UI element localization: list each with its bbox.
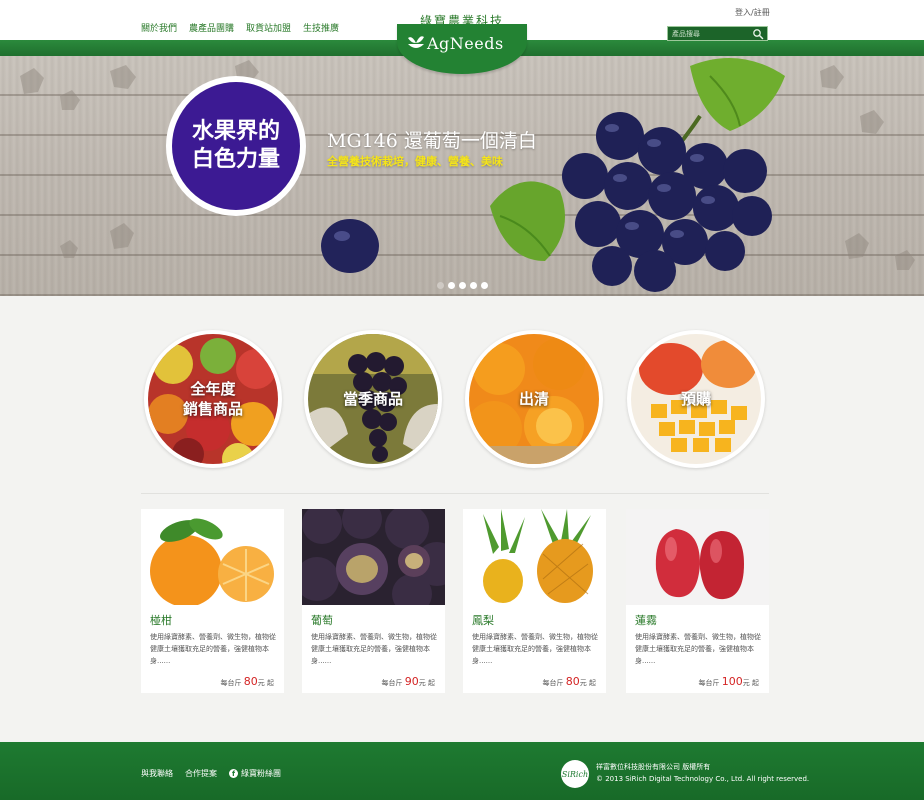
- nav-item-biotech[interactable]: 生技推廣: [303, 21, 339, 34]
- nav-item-about[interactable]: 關於我們: [141, 21, 177, 34]
- price-suffix: 元 起: [418, 679, 435, 687]
- search-icon[interactable]: [752, 28, 764, 40]
- grape-illustration: [20, 58, 915, 292]
- price-prefix: 每台斤: [542, 679, 564, 687]
- category-clearance-label: 出清: [518, 390, 549, 408]
- product-price: 每台斤 80元 起: [221, 675, 274, 688]
- product-card-grape[interactable]: 葡萄 使用綠寶酵素、營養劑、微生物，植物從健康土壤獲取充足的營養，強健植物本身.…: [302, 509, 445, 693]
- promo-badge: 水果界的 白色力量: [166, 76, 306, 216]
- price-suffix: 元 起: [579, 679, 596, 687]
- category-seasonal-label: 當季商品: [342, 390, 403, 408]
- price-suffix: 元 起: [742, 679, 759, 687]
- product-card-wax-apple[interactable]: 蓮霧 使用綠寶酵素、營養劑、微生物，植物從健康土壤獲取充足的營養，強健植物本身.…: [626, 509, 769, 693]
- category-all-year[interactable]: 全年度 銷售商品: [144, 330, 282, 468]
- product-name: 椪柑: [150, 614, 172, 627]
- footer-link-cooperation[interactable]: 合作提案: [185, 768, 217, 779]
- price-prefix: 每台斤: [698, 679, 720, 687]
- product-name: 蓮霧: [635, 614, 657, 627]
- footer-company: 祥富數位科技股份有限公司 版權所有: [596, 763, 711, 771]
- price-value: 80: [565, 675, 580, 688]
- badge-line-2: 白色力量: [191, 147, 280, 172]
- category-preorder[interactable]: 預購: [627, 330, 765, 468]
- nav-item-group-buy[interactable]: 農產品團購: [189, 21, 234, 34]
- product-photo-wax-apple: [626, 509, 769, 605]
- search-input[interactable]: [668, 29, 748, 38]
- sirich-logo: SiRich: [561, 760, 589, 788]
- carousel-dot-2[interactable]: [448, 282, 455, 289]
- logo-wordmark: AgNeeds: [427, 34, 504, 53]
- product-photo-ponkan: [141, 509, 284, 605]
- category-clearance[interactable]: 出清: [465, 330, 603, 468]
- category-preorder-photo: 預購: [631, 334, 761, 464]
- footer-links: 與我聯絡 合作提案 f 綠寶粉絲團: [141, 768, 281, 779]
- product-card-ponkan[interactable]: 椪柑 使用綠寶酵素、營養劑、微生物，植物從健康土壤獲取充足的營養，強健植物本身.…: [141, 509, 284, 693]
- banner-title: MG146 還葡萄一個清白: [327, 130, 537, 152]
- footer-link-fanpage[interactable]: f 綠寶粉絲團: [229, 768, 281, 779]
- carousel-dot-5[interactable]: [481, 282, 488, 289]
- banner-subtitle: 全營養技術栽培，健康、營養、美味: [327, 155, 503, 168]
- product-price: 每台斤 100元 起: [699, 675, 759, 688]
- footer-link-contact-label: 與我聯絡: [141, 769, 173, 778]
- site-footer: 與我聯絡 合作提案 f 綠寶粉絲團 SiRich 祥富數位科技股份有限公司 版權…: [0, 742, 924, 800]
- facebook-icon: f: [229, 769, 238, 778]
- product-description: 使用綠寶酵素、營養劑、微生物，植物從健康土壤獲取充足的營養，強健植物本身....…: [150, 633, 276, 665]
- nav-item-pickup-franchise[interactable]: 取貨站加盟: [246, 21, 291, 34]
- product-description: 使用綠寶酵素、營養劑、微生物，植物從健康土壤獲取充足的營養，強健植物本身....…: [311, 633, 437, 665]
- leaf-bowl-icon: [408, 36, 424, 48]
- carousel-dot-1[interactable]: [437, 282, 444, 289]
- product-name: 鳳梨: [472, 614, 494, 627]
- login-register-link[interactable]: 登入/註冊: [735, 7, 770, 18]
- footer-copyright: © 2013 SiRich Digital Technology Co., Lt…: [596, 775, 810, 783]
- pineapple-image: [463, 509, 606, 605]
- search-box: [667, 26, 768, 41]
- category-all-year-photo: 全年度 銷售商品: [148, 334, 278, 464]
- product-card-pineapple[interactable]: 鳳梨 使用綠寶酵素、營養劑、微生物，植物從健康土壤獲取充足的營養，強健植物本身.…: [463, 509, 606, 693]
- promo-badge-inner: 水果界的 白色力量: [172, 82, 300, 210]
- wax-apple-image: [626, 509, 769, 605]
- product-photo-grape: [302, 509, 445, 605]
- category-all-year-line1: 全年度: [190, 380, 236, 398]
- price-value: 100: [721, 675, 743, 688]
- product-name: 葡萄: [311, 614, 333, 627]
- category-all-year-line2: 銷售商品: [182, 400, 243, 418]
- badge-line-1: 水果界的: [191, 119, 280, 144]
- carousel-dot-4[interactable]: [470, 282, 477, 289]
- main-nav: 關於我們 農產品團購 取貨站加盟 生技推廣: [141, 21, 339, 34]
- carousel-dots: [437, 282, 488, 289]
- product-price: 每台斤 90元 起: [382, 675, 435, 688]
- product-photo-pineapple: [463, 509, 606, 605]
- footer-link-contact[interactable]: 與我聯絡: [141, 768, 173, 779]
- product-price: 每台斤 80元 起: [543, 675, 596, 688]
- price-prefix: 每台斤: [381, 679, 403, 687]
- price-value: 90: [404, 675, 419, 688]
- category-preorder-label: 預購: [680, 390, 711, 408]
- price-value: 80: [243, 675, 258, 688]
- category-clearance-photo: 出清: [469, 334, 599, 464]
- product-description: 使用綠寶酵素、營養劑、微生物，植物從健康土壤獲取充足的營養，強健植物本身....…: [472, 633, 598, 665]
- category-seasonal[interactable]: 當季商品: [304, 330, 442, 468]
- carousel-dot-3[interactable]: [459, 282, 466, 289]
- product-description: 使用綠寶酵素、營養劑、微生物，植物從健康土壤獲取充足的營養，強健植物本身....…: [635, 633, 761, 665]
- footer-link-cooperation-label: 合作提案: [185, 769, 217, 778]
- section-divider: [141, 493, 769, 494]
- hero-banner[interactable]: 水果界的 白色力量 MG146 還葡萄一個清白 全營養技術栽培，健康、營養、美味: [0, 56, 924, 296]
- price-suffix: 元 起: [257, 679, 274, 687]
- category-all-year-label: 全年度 銷售商品: [148, 334, 278, 464]
- footer-link-fanpage-label: 綠寶粉絲團: [241, 769, 281, 778]
- category-seasonal-photo: 當季商品: [308, 334, 438, 464]
- grape-image: [302, 509, 445, 605]
- ponkan-image: [141, 509, 284, 605]
- price-prefix: 每台斤: [220, 679, 242, 687]
